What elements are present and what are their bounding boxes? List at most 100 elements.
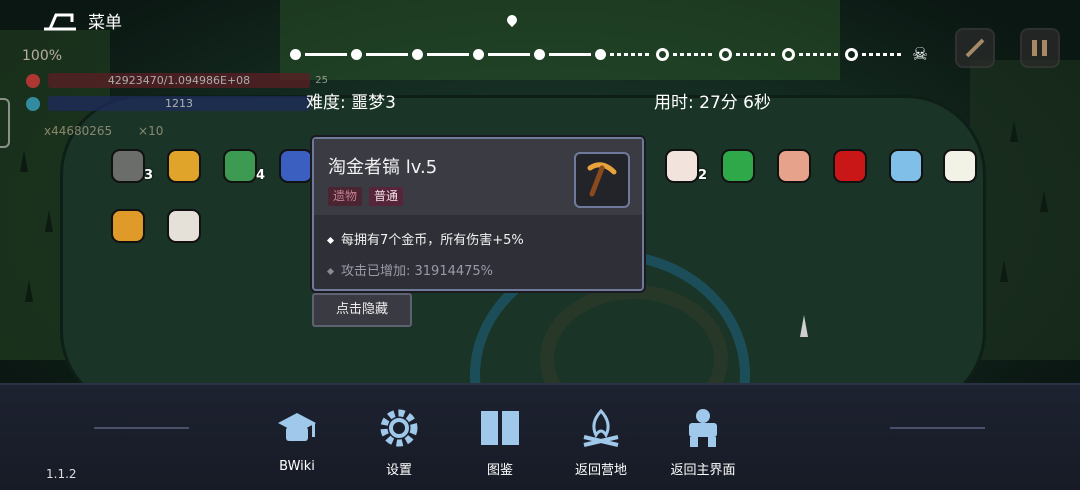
nav-button[interactable]: 设置 <box>359 405 439 478</box>
background-grass-right <box>970 60 1080 360</box>
fence-spike <box>1010 120 1018 142</box>
pause-icon <box>1042 40 1047 56</box>
nav-button[interactable]: 图鉴 <box>460 405 540 478</box>
nav-button[interactable]: 返回主界面 <box>663 405 743 478</box>
key-count: ×10 <box>138 124 164 138</box>
progress-segment <box>799 52 841 56</box>
progress-segment <box>427 52 469 56</box>
hide-tooltip-button[interactable]: 点击隐藏 <box>312 293 412 327</box>
relic-item[interactable] <box>940 146 980 186</box>
pickaxe-icon <box>574 152 630 208</box>
difficulty-label: 难度: 噩梦3 <box>306 93 396 113</box>
red-eye-icon <box>833 149 867 183</box>
progress-segment <box>673 52 715 56</box>
skull-icon: ☠ <box>912 43 929 65</box>
relic-item[interactable]: 3 <box>108 146 153 186</box>
sword-icon <box>965 38 985 58</box>
meat-creature-icon <box>777 149 811 183</box>
relic-item[interactable] <box>108 206 148 246</box>
shield-text: 1213 <box>165 97 193 110</box>
fence-spike <box>45 210 53 232</box>
progress-segment <box>862 52 904 56</box>
relic-item[interactable]: 4 <box>220 146 265 186</box>
progress-segment <box>366 52 408 56</box>
stage-node-cleared <box>290 48 301 60</box>
nav-label: 设置 <box>385 463 412 478</box>
bullet-icon <box>326 236 335 245</box>
spiral-glasses-icon <box>167 209 201 243</box>
stage-node-cleared <box>351 48 362 60</box>
fence-spike <box>20 150 28 172</box>
book-icon <box>477 405 523 451</box>
relic-item[interactable] <box>164 206 204 246</box>
currency-row: x44680265 ×10 <box>44 124 185 138</box>
decorative-line <box>94 427 189 429</box>
stage-node-pending <box>656 47 669 61</box>
winged-boot-icon <box>943 149 977 183</box>
golden-trophy-icon <box>167 149 201 183</box>
nav-button[interactable]: 返回营地 <box>561 405 641 478</box>
gold-count: x44680265 <box>44 124 113 138</box>
stage-progress: ☠ <box>290 43 929 65</box>
stage-node-cleared <box>412 48 423 60</box>
tooltip-title: 淘金者镐 lv.5 <box>328 157 438 178</box>
pause-button[interactable] <box>1020 28 1060 68</box>
nav-label: BWiki <box>279 459 315 474</box>
skill-button[interactable] <box>955 28 995 68</box>
plague-mask-icon <box>111 149 145 183</box>
effect-text: 每拥有7个金币，所有伤害+5% <box>341 233 524 248</box>
menu-label: 菜单 <box>88 13 122 33</box>
blue-potion-icon <box>279 149 313 183</box>
nav-button[interactable]: BWiki <box>257 405 337 474</box>
fence-spike <box>25 280 33 302</box>
stage-node-cleared <box>534 48 545 60</box>
progress-segment <box>305 52 347 56</box>
nav-label: 返回营地 <box>574 463 627 478</box>
dagger-sprite <box>800 315 808 337</box>
progress-segment <box>736 52 778 56</box>
health-bar: 42923470/1.094986E+08 25 <box>48 73 328 88</box>
stage-node-cleared <box>595 48 606 60</box>
relic-item[interactable] <box>164 146 204 186</box>
version-label: 1.1.2 <box>46 467 77 481</box>
relic-item[interactable] <box>774 146 814 186</box>
rabbit-ear-icon <box>665 149 699 183</box>
relic-item[interactable] <box>718 146 758 186</box>
item-type-tag: 遗物 <box>328 187 363 206</box>
bullet-icon <box>326 267 335 276</box>
back-arrow-icon <box>44 13 76 30</box>
golem-icon <box>680 405 726 451</box>
relic-item[interactable] <box>276 146 316 186</box>
item-rarity-tag: 普通 <box>369 187 404 206</box>
progress-segment <box>610 52 652 56</box>
relic-item[interactable] <box>830 146 870 186</box>
background-grass <box>280 0 840 80</box>
shield-bar: 1213 <box>48 96 310 111</box>
menu-button[interactable]: 菜单 <box>42 8 122 33</box>
relic-count: 2 <box>698 168 708 183</box>
bonus-text: 攻击已增加: 31914475% <box>341 264 494 279</box>
health-extra: 25 <box>315 75 328 86</box>
nav-label: 返回主界面 <box>670 463 736 478</box>
fence-spike <box>1000 260 1008 282</box>
four-leaf-clover-icon <box>721 149 755 183</box>
relic-item[interactable]: 2 <box>662 146 707 186</box>
relic-count: 3 <box>144 168 154 183</box>
stage-node-cleared <box>473 48 484 60</box>
bottom-menu-bar: BWiki 设置 图鉴 返回营地 返回主界面 <box>0 383 1080 490</box>
pause-icon <box>1032 40 1037 56</box>
relic-item[interactable] <box>886 146 926 186</box>
heart-icon <box>26 74 40 88</box>
relic-count: 4 <box>256 168 266 183</box>
stage-node-pending <box>719 47 732 61</box>
stage-node-pending <box>845 47 858 61</box>
campfire-icon <box>578 405 624 451</box>
elapsed-time: 用时: 27分 6秒 <box>654 93 771 113</box>
tooltip-bonus: 攻击已增加: 31914475% <box>326 260 494 279</box>
decorative-line <box>890 427 985 429</box>
green-scarf-icon <box>223 149 257 183</box>
item-tooltip: 淘金者镐 lv.5 遗物 普通 每拥有7个金币，所有伤害+5% 攻击已增加: 3… <box>312 137 644 291</box>
progress-segment <box>549 52 591 56</box>
side-drawer-handle[interactable] <box>0 98 10 148</box>
progress-segment <box>488 52 530 56</box>
